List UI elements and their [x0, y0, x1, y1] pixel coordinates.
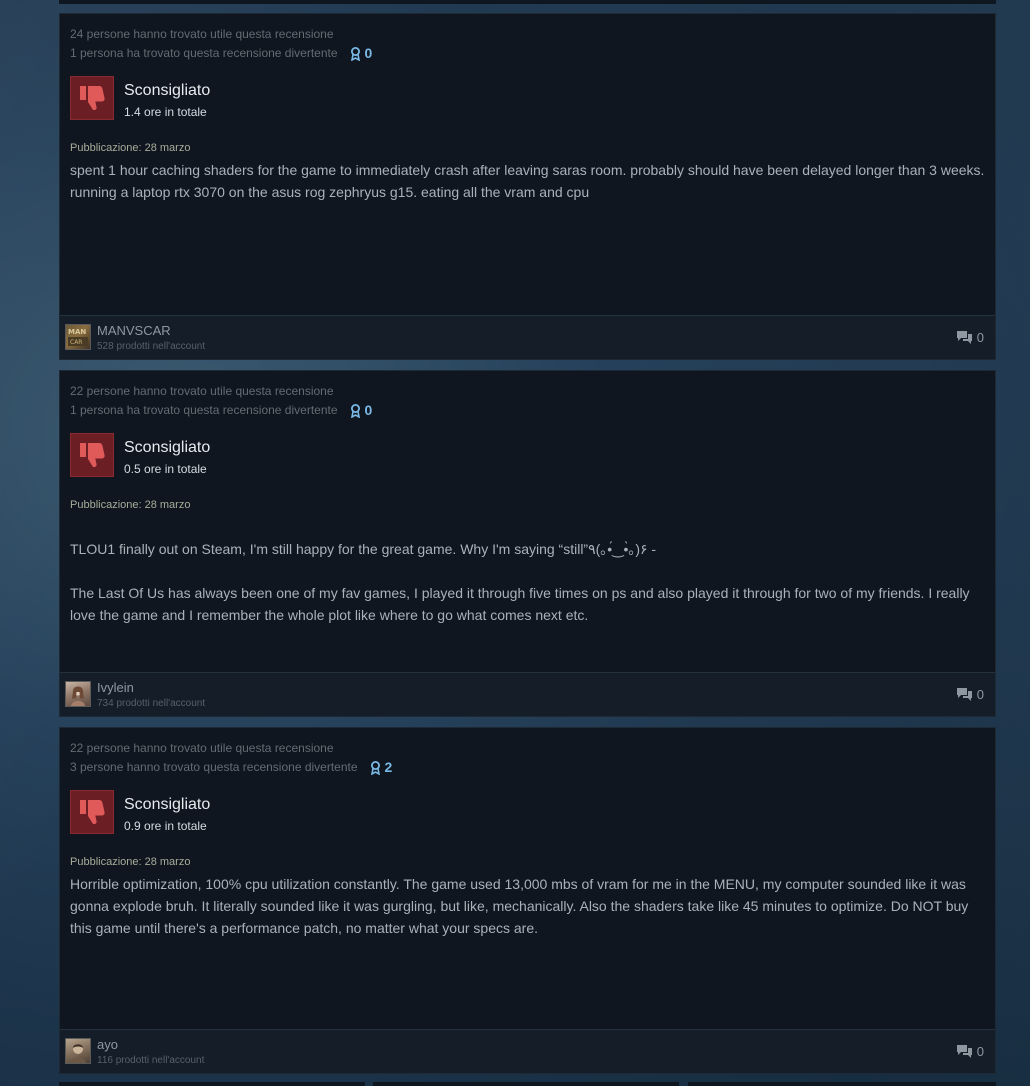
comment-bubble-icon [956, 1045, 972, 1058]
award-badge[interactable]: 0 [350, 44, 373, 63]
award-ribbon-icon [350, 403, 360, 418]
publish-date: Pubblicazione: 28 marzo [70, 142, 191, 154]
review-verdict[interactable]: Sconsigliato [124, 82, 210, 100]
hours-played: 1.4 ore in totale [124, 105, 207, 119]
comments-button[interactable]: 0 [956, 687, 984, 702]
review-footer: Ivylein 734 prodotti nell'account 0 [60, 672, 995, 716]
hours-played: 0.5 ore in totale [124, 462, 207, 476]
review-paragraph: spent 1 hour caching shaders for the gam… [70, 162, 985, 200]
comments-button[interactable]: 0 [956, 330, 984, 345]
thumbs-down-icon[interactable] [70, 76, 114, 120]
next-review-edge [59, 1082, 365, 1086]
publish-date: Pubblicazione: 28 marzo [70, 499, 191, 511]
helpful-count-text: 22 persone hanno trovato utile questa re… [70, 384, 334, 398]
review-paragraph: The Last Of Us has always been one of my… [70, 585, 970, 623]
helpful-summary: 22 persone hanno trovato utile questa re… [70, 382, 372, 420]
review-verdict[interactable]: Sconsigliato [124, 796, 210, 814]
review-footer: ayo 116 prodotti nell'account 0 [60, 1029, 995, 1073]
comment-bubble-icon [956, 331, 972, 344]
award-count: 0 [364, 45, 373, 61]
publish-date: Pubblicazione: 28 marzo [70, 856, 191, 868]
review-text: spent 1 hour caching shaders for the gam… [70, 159, 985, 203]
helpful-count-text: 24 persone hanno trovato utile questa re… [70, 27, 334, 41]
thumbs-down-icon[interactable] [70, 433, 114, 477]
review-footer: MAN CAR MANVSCAR 528 prodotti nell'accoun… [60, 315, 995, 359]
comment-bubble-icon [956, 688, 972, 701]
thumbs-down-icon[interactable] [70, 790, 114, 834]
reviewer-products: 528 prodotti nell'account [97, 341, 206, 352]
review-body[interactable]: 22 persone hanno trovato utile questa re… [60, 728, 995, 1030]
award-ribbon-icon [370, 760, 380, 775]
review-card: 22 persone hanno trovato utile questa re… [59, 370, 996, 717]
award-count: 0 [364, 402, 373, 418]
review-paragraph: Horrible optimization, 100% cpu utilizat… [70, 876, 969, 936]
review-text: Horrible optimization, 100% cpu utilizat… [70, 873, 985, 939]
avatar-manvscar-icon[interactable]: MAN CAR [65, 324, 91, 350]
review-text: TLOU1 finally out on Steam, I'm still ha… [70, 538, 985, 626]
next-review-edge [688, 1082, 996, 1086]
reviewer-products: 116 prodotti nell'account [97, 1055, 205, 1066]
reviewer-name[interactable]: MANVSCAR [97, 323, 171, 338]
review-card: 24 persone hanno trovato utile questa re… [59, 13, 996, 360]
helpful-summary: 24 persone hanno trovato utile questa re… [70, 25, 372, 63]
reviewer-name[interactable]: ayo [97, 1037, 118, 1052]
funny-count-text: 3 persone hanno trovato questa recension… [70, 760, 358, 774]
comment-count: 0 [976, 330, 984, 345]
svg-text:CAR: CAR [70, 339, 82, 346]
avatar-ayo-icon[interactable] [65, 1038, 91, 1064]
award-count: 2 [384, 759, 393, 775]
next-review-edge [373, 1082, 679, 1086]
reviewer-products: 734 prodotti nell'account [97, 698, 206, 709]
funny-count-text: 1 persona ha trovato questa recensione d… [70, 403, 338, 417]
avatar-ivylein-icon[interactable] [65, 681, 91, 707]
comments-button[interactable]: 0 [956, 1044, 984, 1059]
helpful-count-text: 22 persone hanno trovato utile questa re… [70, 741, 334, 755]
review-card: 22 persone hanno trovato utile questa re… [59, 727, 996, 1074]
reviewer-name[interactable]: Ivylein [97, 680, 134, 695]
comment-count: 0 [976, 687, 984, 702]
helpful-summary: 22 persone hanno trovato utile questa re… [70, 739, 392, 777]
review-paragraph: TLOU1 finally out on Steam, I'm still ha… [70, 541, 657, 557]
funny-count-text: 1 persona ha trovato questa recensione d… [70, 46, 338, 60]
review-verdict[interactable]: Sconsigliato [124, 439, 210, 457]
award-badge[interactable]: 2 [370, 758, 393, 777]
comment-count: 0 [976, 1044, 984, 1059]
award-badge[interactable]: 0 [350, 401, 373, 420]
award-ribbon-icon [350, 46, 360, 61]
previous-review-edge [59, 0, 996, 4]
svg-text:MAN: MAN [68, 328, 86, 336]
review-body[interactable]: 24 persone hanno trovato utile questa re… [60, 14, 995, 316]
hours-played: 0.9 ore in totale [124, 819, 207, 833]
review-body[interactable]: 22 persone hanno trovato utile questa re… [60, 371, 995, 673]
